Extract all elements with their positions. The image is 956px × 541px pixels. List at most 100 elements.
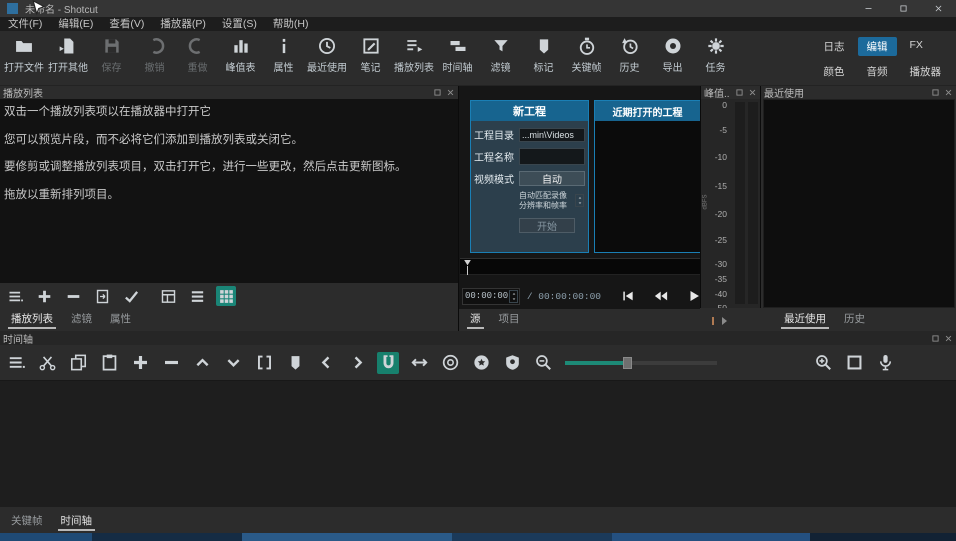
zoom-fit-button[interactable] (843, 352, 865, 374)
zoom-in-button[interactable] (812, 352, 834, 374)
toolbar-stopwatch-button[interactable]: 关键帧 (565, 36, 608, 74)
toolbar-funnel-button[interactable]: 滤镜 (479, 36, 522, 74)
close-panel-icon[interactable] (944, 88, 953, 97)
toolbar-marker-button[interactable]: 标记 (522, 36, 565, 74)
ripple-delete-button[interactable] (160, 352, 182, 374)
start-button[interactable]: 开始 (519, 218, 575, 233)
close-panel-icon[interactable] (446, 88, 455, 97)
scrub-while-dragging-toggle[interactable] (408, 352, 430, 374)
toolbar-clock-button[interactable]: 最近使用 (305, 36, 349, 74)
chev-down-icon (224, 353, 243, 372)
copy-button[interactable] (67, 352, 89, 374)
toolbar-undo-button[interactable]: 撤销 (133, 36, 176, 74)
maximize-button[interactable] (886, 0, 921, 17)
menu-settings[interactable]: 设置(S) (214, 17, 265, 31)
project-dir-field[interactable] (519, 127, 585, 142)
mouse-cursor-icon (29, 0, 46, 18)
workspace-player-button[interactable]: 播放器 (901, 62, 951, 81)
playlist-update-button[interactable] (92, 286, 112, 306)
overwrite-button[interactable] (222, 352, 244, 374)
tab-filters[interactable]: 滤镜 (62, 308, 101, 331)
playlist-remove-button[interactable] (63, 286, 83, 306)
lift-button[interactable] (191, 352, 213, 374)
float-panel-icon[interactable] (931, 334, 940, 343)
playlist-add-button[interactable] (34, 286, 54, 306)
workspace-editing-button[interactable]: 编辑 (857, 37, 897, 56)
toolbar-timeline-button[interactable]: 时间轴 (436, 36, 479, 74)
paste-button[interactable] (98, 352, 120, 374)
rewind-button[interactable] (654, 289, 668, 303)
tab-history[interactable]: 历史 (835, 308, 874, 331)
ripple-all-tracks-toggle[interactable] (470, 352, 492, 374)
project-name-field[interactable] (519, 148, 585, 165)
zoom-slider-handle[interactable] (623, 356, 632, 369)
toolbar-save-button[interactable]: 保存 (90, 36, 133, 74)
menu-edit[interactable]: 编辑(E) (50, 17, 101, 31)
video-mode-button[interactable]: 自动 (519, 171, 585, 186)
prev-marker-button[interactable] (315, 352, 337, 374)
skip-to-start-button[interactable] (621, 289, 635, 303)
timeline-tracks-area[interactable] (0, 380, 956, 507)
view-icons-button[interactable] (216, 286, 236, 306)
tab-playlist[interactable]: 播放列表 (2, 308, 62, 331)
toolbar-history-button[interactable]: 历史 (608, 36, 651, 74)
toolbar-export-button[interactable]: 导出 (651, 36, 694, 74)
float-panel-icon[interactable] (931, 88, 940, 97)
float-panel-icon[interactable] (433, 88, 442, 97)
close-panel-icon[interactable] (748, 88, 757, 97)
timeline-toolbar (0, 345, 956, 380)
menu-view[interactable]: 查看(V) (101, 17, 152, 31)
view-details-button[interactable] (158, 286, 178, 306)
history-icon (620, 36, 640, 56)
snap-toggle[interactable] (377, 351, 399, 374)
workspace-color-button[interactable]: 颜色 (815, 62, 854, 81)
toolbar-label: 最近使用 (307, 63, 347, 74)
append-button[interactable] (129, 352, 151, 374)
play-button[interactable] (687, 289, 701, 303)
toolbar-note-button[interactable]: 笔记 (349, 36, 392, 74)
playlist-apply-button[interactable] (121, 286, 141, 306)
toolbar-label: 标记 (533, 63, 554, 74)
tab-properties[interactable]: 属性 (101, 308, 140, 331)
tab-project[interactable]: 项目 (490, 308, 529, 331)
tab-source[interactable]: 源 (461, 308, 490, 331)
recent-projects-list[interactable] (595, 121, 700, 252)
toolbar-playlist-button[interactable]: 播放列表 (392, 36, 436, 74)
marker-button[interactable] (284, 352, 306, 374)
timeline-menu-button[interactable] (5, 352, 27, 374)
close-panel-icon[interactable] (944, 334, 953, 343)
toolbar-redo-button[interactable]: 重做 (176, 36, 219, 74)
next-marker-button[interactable] (346, 352, 368, 374)
toolbar-meter-button[interactable]: 峰值表 (219, 36, 262, 74)
float-panel-icon[interactable] (735, 88, 744, 97)
timecode-spinner[interactable] (509, 289, 518, 303)
workspace-audio-button[interactable]: 音频 (858, 62, 897, 81)
timeline-zoom-slider[interactable] (565, 356, 717, 369)
playlist-menu-button[interactable] (5, 286, 25, 306)
view-tiles-button[interactable] (187, 286, 207, 306)
toolbar-gear-button[interactable]: 任务 (694, 36, 737, 74)
ripple-markers-toggle[interactable] (501, 352, 523, 374)
ripple-toggle[interactable] (439, 352, 461, 374)
menu-help[interactable]: 帮助(H) (265, 17, 317, 31)
toolbar-file-open-button[interactable]: 打开其他 (46, 36, 90, 74)
workspace-fx-button[interactable]: FX (901, 37, 932, 56)
record-audio-button[interactable] (874, 352, 896, 374)
tab-recent[interactable]: 最近使用 (775, 308, 835, 331)
minimize-button[interactable] (851, 0, 886, 17)
timecode-field[interactable] (463, 291, 509, 301)
workspace-logging-button[interactable]: 日志 (815, 37, 854, 56)
tab-keyframes[interactable]: 关键帧 (2, 510, 52, 533)
video-mode-spinner[interactable] (575, 194, 584, 207)
player-scrubber[interactable] (460, 258, 700, 275)
cut-button[interactable] (36, 352, 58, 374)
toolbar-info-button[interactable]: 属性 (262, 36, 305, 74)
recent-files-list[interactable] (763, 99, 955, 308)
close-button[interactable] (921, 0, 956, 17)
zoom-out-button[interactable] (532, 352, 554, 374)
menu-player[interactable]: 播放器(P) (152, 17, 214, 31)
toolbar-folder-open-button[interactable]: 打开文件 (2, 36, 46, 74)
split-button[interactable] (253, 352, 275, 374)
tab-timeline[interactable]: 时间轴 (52, 510, 102, 533)
menu-file[interactable]: 文件(F) (0, 17, 50, 31)
